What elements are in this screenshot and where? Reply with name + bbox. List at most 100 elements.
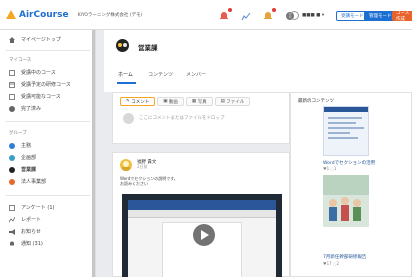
thumbnail-line — [328, 137, 358, 139]
post-tab-file[interactable]: ▤ ファイル — [214, 97, 251, 106]
video-player[interactable] — [122, 194, 282, 277]
sidebar-item-label: 企画部 — [21, 155, 37, 161]
thumbnail-line — [328, 117, 362, 119]
author-avatar[interactable] — [120, 159, 132, 171]
sidebar-item-label: レポート — [21, 217, 42, 223]
check-circle-icon — [9, 105, 15, 112]
group-header: 営業課 ホーム コンテンツ メンバー — [104, 30, 412, 92]
tab-contents[interactable]: コンテンツ — [148, 71, 173, 78]
sidebar-item-survey[interactable]: アンケート (1) — [9, 204, 54, 211]
tab-members[interactable]: メンバー — [186, 71, 206, 78]
sidebar-item-label: 完了済み — [21, 106, 42, 112]
sidebar-item-report[interactable]: レポート — [8, 216, 42, 223]
sidebar-scrollbar[interactable] — [92, 30, 95, 277]
divider — [6, 195, 90, 196]
aircourse-logo[interactable]: AirCourse — [6, 10, 69, 20]
sidebar-item-label: お知らせ — [21, 229, 41, 235]
top-header: AirCourse KIYOラーニング株式会社 (デモ) ? ■■■ ■ ▾ 受… — [0, 0, 412, 30]
logo-text: AirCourse — [19, 9, 69, 20]
post-timestamp: 2日前 — [137, 164, 148, 169]
content-title[interactable]: 7月新任幹部研修報告 — [323, 254, 366, 260]
notification-badge — [228, 8, 232, 12]
comment-input[interactable]: ここにコメントまたはファイルをドロップ — [139, 115, 225, 121]
logo-mark-icon — [6, 10, 16, 19]
sidebar-item-news[interactable]: お知らせ — [9, 228, 41, 235]
group-avatar-icon — [9, 178, 15, 185]
sidebar-item-label: マイページトップ — [21, 37, 61, 43]
chart-icon[interactable] — [240, 10, 252, 22]
sidebar-item-in-progress[interactable]: 受講中のコース — [9, 69, 56, 76]
alert-bell-icon[interactable] — [262, 8, 276, 22]
sidebar-item-label: 受講可能なコース — [21, 94, 61, 100]
group-avatar-icon — [9, 166, 15, 173]
post-tab-label: 動画 — [168, 99, 178, 105]
calendar-icon — [9, 81, 15, 88]
post-tab-label: コメント — [131, 99, 150, 105]
latest-contents-panel: 最新のコンテンツ Wordでセクションの活用 ♥1 ◌1 7月新任幹部研修報告 … — [290, 92, 412, 277]
sidebar-item-scheduled[interactable]: 受講予定の研修コース — [9, 81, 71, 88]
notification-bell-icon[interactable] — [218, 8, 232, 22]
panel-title: 最新のコンテンツ — [298, 99, 334, 104]
post-tab-photo[interactable]: ▦ 写真 — [185, 97, 213, 106]
word-titlebar — [128, 200, 276, 210]
sidebar-item-label: 受講予定の研修コース — [21, 82, 71, 88]
composer-avatar — [123, 113, 134, 124]
word-ribbon — [128, 210, 276, 218]
user-name: ■■■ ■ ▾ — [302, 13, 325, 18]
thumbnail-line — [328, 132, 350, 134]
thumbnail-line — [328, 122, 356, 124]
post-tab-comment[interactable]: ✎ コメント — [120, 97, 156, 106]
post-tab-label: ファイル — [226, 99, 245, 105]
user-menu[interactable]: ■■■ ■ ▾ — [290, 11, 324, 20]
feed-post: 福野 貴文 2日前 Wordでセクションの説明です。 お読みください — [112, 152, 290, 277]
content-thumbnail[interactable] — [323, 106, 369, 156]
play-icon — [201, 230, 209, 240]
post-tab-video[interactable]: ▣ 動画 — [157, 97, 184, 106]
play-button[interactable] — [193, 224, 215, 246]
report-icon — [8, 216, 16, 223]
sidebar-item-label: 受講中のコース — [21, 70, 56, 76]
organization-name[interactable]: KIYOラーニング株式会社 (デモ) — [78, 12, 143, 18]
thumbnail-bar — [324, 107, 368, 112]
tab-home[interactable]: ホーム — [118, 71, 133, 78]
active-tab-indicator — [117, 82, 136, 84]
sidebar-item-label: アンケート (1) — [21, 205, 55, 211]
divider — [6, 121, 90, 122]
home-icon — [9, 36, 15, 43]
post-text: お読みください — [120, 181, 148, 186]
sidebar-group-sales[interactable]: 営業課 — [9, 166, 36, 173]
group-avatar-icon — [9, 154, 15, 161]
megaphone-icon — [9, 228, 15, 235]
sidebar-item-label: 営業課 — [21, 167, 37, 173]
sidebar: マイページトップ マイコース 受講中のコース 受講予定の研修コース 受講可能なコ… — [0, 30, 96, 277]
content-meta: ♥17 ◌2 — [323, 261, 339, 266]
section-my-course: マイコース — [9, 58, 32, 63]
content-thumbnail[interactable] — [323, 175, 369, 227]
group-avatar-icon — [9, 142, 15, 149]
create-course-button[interactable]: コース作成 — [392, 11, 412, 22]
sidebar-item-label: 通知 (31) — [21, 241, 43, 247]
sidebar-group-corporate[interactable]: 法人事業部 — [9, 178, 46, 185]
divider — [6, 50, 90, 51]
post-type-tabs: ✎ コメント ▣ 動画 ▦ 写真 ▤ ファイル — [120, 97, 252, 106]
sidebar-item-mypage[interactable]: マイページトップ — [9, 36, 61, 43]
section-groups: グループ — [9, 131, 27, 136]
user-avatar-icon — [290, 11, 299, 20]
content-meta: ♥1 ◌1 — [323, 166, 337, 171]
survey-icon — [9, 204, 15, 211]
list-icon — [9, 93, 15, 100]
sidebar-item-label: 主務 — [21, 143, 32, 149]
thumbnail-line — [328, 127, 364, 129]
alert-badge — [272, 8, 276, 12]
post-tab-label: 写真 — [197, 99, 207, 105]
group-avatar — [116, 39, 129, 52]
sidebar-item-completed[interactable]: 完了済み — [9, 105, 41, 112]
sidebar-item-label: 法人事業部 — [21, 179, 47, 185]
sidebar-item-available[interactable]: 受講可能なコース — [9, 93, 61, 100]
sidebar-group-main[interactable]: 主務 — [9, 142, 31, 149]
sidebar-item-notifications[interactable]: 通知 (31) — [9, 240, 43, 247]
group-title: 営業課 — [138, 44, 158, 52]
post-composer: ✎ コメント ▣ 動画 ▦ 写真 ▤ ファイル ここにコメントまたはファイルをド… — [112, 92, 290, 144]
book-icon — [9, 69, 15, 76]
sidebar-group-planning[interactable]: 企画部 — [9, 154, 36, 161]
